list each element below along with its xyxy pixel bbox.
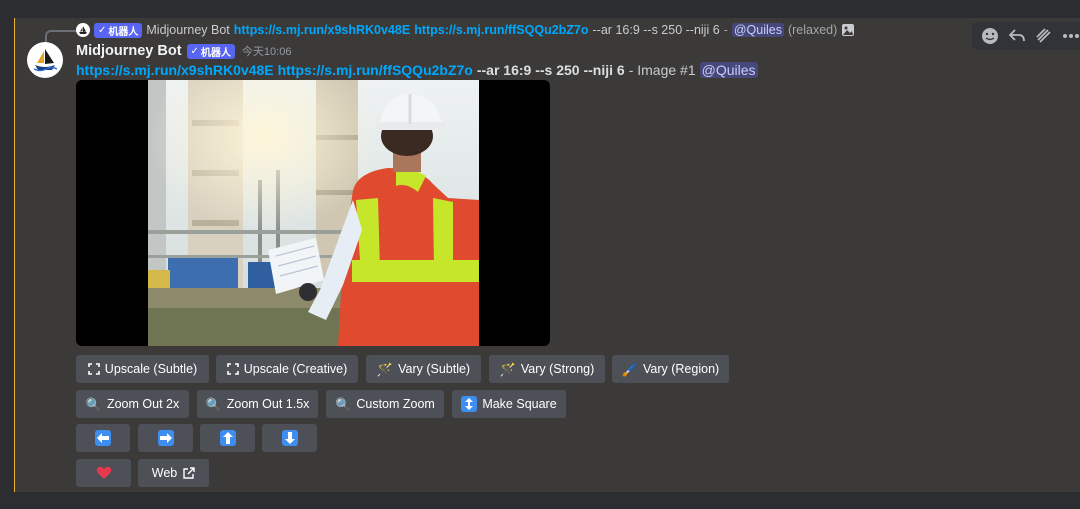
expand-icon (87, 363, 100, 375)
bot-badge-label: 机器人 (200, 47, 231, 59)
arrow-right-icon (157, 430, 174, 446)
add-reaction-icon[interactable] (979, 25, 1001, 47)
custom-zoom-button[interactable]: 🔍 Custom Zoom (326, 390, 444, 418)
verified-check-icon: ✓ (98, 24, 107, 36)
bot-badge-label: 机器人 (108, 26, 139, 38)
reply-mode: (relaxed) (787, 23, 838, 37)
external-link-icon (183, 466, 195, 479)
zoom-out-1-5x-button[interactable]: 🔍 Zoom Out 1.5x (197, 390, 318, 418)
heart-icon (96, 466, 111, 479)
prompt-link-2[interactable]: https://s.mj.run/ffSQQu2bZ7o (278, 62, 473, 78)
magnifier-icon: 🔍 (85, 396, 102, 412)
left-gutter (0, 0, 14, 509)
bot-badge: ✓ 机器人 (186, 43, 235, 59)
prompt-params: --ar 16:9 --s 250 --niji 6 (476, 62, 625, 78)
reply-avatar (76, 23, 90, 37)
upscale-creative-button[interactable]: Upscale (Creative) (216, 355, 358, 383)
brush-icon: 🖌️ (621, 361, 638, 377)
author-name[interactable]: Midjourney Bot (76, 43, 182, 59)
arrow-up-icon (219, 430, 236, 446)
expand-icon (226, 363, 239, 375)
reply-params: --ar 16:9 --s 250 --niji 6 (592, 23, 720, 37)
web-link-button[interactable]: Web (138, 459, 209, 487)
message-content: https://s.mj.run/x9shRK0v48E https://s.m… (76, 60, 758, 80)
up-down-arrow-icon (461, 396, 478, 412)
arrow-left-icon (95, 430, 111, 446)
reply-separator: - (723, 23, 728, 37)
pan-down-button[interactable] (262, 424, 317, 452)
worker-photo (148, 80, 479, 346)
vary-subtle-label: Vary (Subtle) (398, 362, 471, 376)
pan-left-button[interactable] (76, 424, 130, 452)
image-icon (841, 23, 855, 37)
user-mention[interactable]: @Quiles (699, 62, 758, 78)
vary-region-label: Vary (Region) (643, 362, 720, 376)
message-actions-toolbar (972, 22, 1080, 50)
favorite-button[interactable] (76, 459, 131, 487)
reply-preview[interactable]: ✓ 机器人 Midjourney Bot https://s.mj.run/x9… (76, 21, 855, 39)
zoom-out-2x-label: Zoom Out 2x (106, 397, 180, 411)
bottom-bar (0, 492, 1080, 509)
upscale-subtle-button[interactable]: Upscale (Subtle) (76, 355, 209, 383)
midjourney-boat-icon (33, 49, 58, 72)
message: ✓ 机器人 Midjourney Bot https://s.mj.run/x9… (15, 18, 1080, 492)
reply-icon[interactable] (1006, 25, 1028, 47)
make-square-label: Make Square (482, 397, 557, 411)
pan-right-button[interactable] (138, 424, 193, 452)
magic-wand-icon: 🪄 (499, 361, 516, 377)
timestamp[interactable]: 今天10:06 (242, 43, 292, 59)
message-header: Midjourney Bot ✓ 机器人 今天10:06 (76, 41, 291, 61)
image-number: - Image #1 (628, 62, 696, 78)
reply-link-1[interactable]: https://s.mj.run/x9shRK0v48E (234, 23, 410, 37)
pan-up-button[interactable] (200, 424, 255, 452)
zoom-out-1-5x-label: Zoom Out 1.5x (226, 397, 310, 411)
boat-icon (79, 26, 87, 34)
arrow-down-icon (281, 430, 298, 446)
reply-author[interactable]: Midjourney Bot (146, 23, 229, 37)
make-square-button[interactable]: Make Square (452, 390, 566, 418)
magnifier-icon: 🔍 (335, 396, 352, 412)
prompt-link-1[interactable]: https://s.mj.run/x9shRK0v48E (76, 62, 274, 78)
bot-badge: ✓ 机器人 (94, 22, 143, 38)
generated-image[interactable] (76, 80, 550, 346)
magnifier-icon: 🔍 (205, 396, 222, 412)
upscale-creative-label: Upscale (Creative) (243, 362, 348, 376)
magic-wand-icon: 🪄 (376, 361, 394, 377)
apps-icon[interactable] (1033, 25, 1055, 47)
more-options-icon[interactable] (1060, 25, 1080, 47)
vary-strong-button[interactable]: 🪄 Vary (Strong) (489, 355, 605, 383)
upscale-subtle-label: Upscale (Subtle) (104, 362, 198, 376)
vary-strong-label: Vary (Strong) (520, 362, 595, 376)
avatar[interactable] (27, 42, 63, 78)
zoom-out-2x-button[interactable]: 🔍 Zoom Out 2x (76, 390, 189, 418)
custom-zoom-label: Custom Zoom (356, 397, 435, 411)
vary-subtle-button[interactable]: 🪄 Vary (Subtle) (366, 355, 481, 383)
verified-check-icon: ✓ (190, 45, 199, 57)
vary-region-button[interactable]: 🖌️ Vary (Region) (612, 355, 729, 383)
web-label: Web (151, 466, 178, 480)
reply-link-2[interactable]: https://s.mj.run/ffSQQu2bZ7o (414, 23, 588, 37)
top-bar (0, 0, 1080, 18)
reply-mention[interactable]: @Quiles (731, 23, 784, 37)
